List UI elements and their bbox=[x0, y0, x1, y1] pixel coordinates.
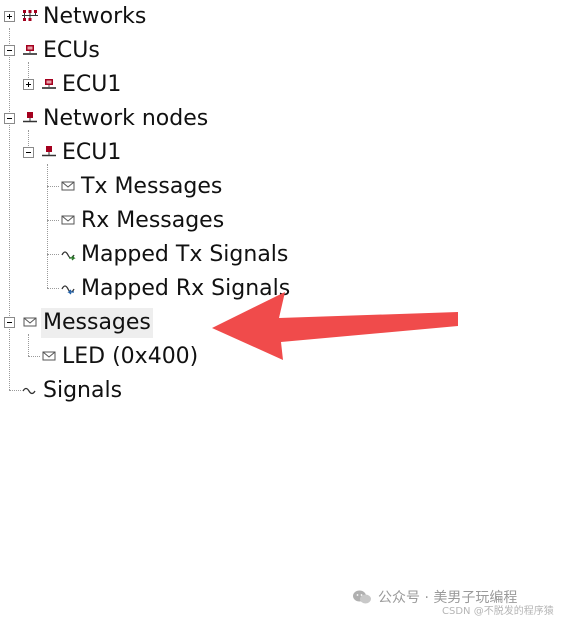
envelope-icon bbox=[60, 178, 76, 194]
envelope-icon bbox=[60, 212, 76, 228]
tree-item-tx-messages[interactable]: Tx Messages bbox=[0, 170, 240, 204]
csdn-watermark: CSDN @不脱发的程序猿 bbox=[442, 606, 554, 617]
envelope-icon bbox=[41, 348, 57, 364]
tree-item-label: LED (0x400) bbox=[62, 344, 199, 369]
tree-item-label: Networks bbox=[43, 4, 147, 29]
tree-item-label: ECUs bbox=[43, 38, 100, 63]
tree-item-rx-messages[interactable]: Rx Messages bbox=[0, 204, 240, 238]
tree-item-label: Signals bbox=[43, 378, 123, 403]
tree-item-label: ECU1 bbox=[62, 72, 122, 97]
tree-item-signals[interactable]: Signals bbox=[0, 374, 200, 408]
tree-item-label: Tx Messages bbox=[81, 174, 223, 199]
signal-wave-icon bbox=[22, 382, 38, 398]
collapse-button[interactable] bbox=[4, 113, 15, 124]
tree-item-label: Mapped Tx Signals bbox=[81, 242, 289, 267]
ecu-icon bbox=[41, 76, 57, 92]
tree-item-label: Network nodes bbox=[43, 106, 209, 131]
annotation-arrow bbox=[212, 292, 458, 360]
collapse-button[interactable] bbox=[4, 317, 15, 328]
tree-item-led-message[interactable]: LED (0x400) bbox=[0, 340, 220, 374]
tree-item-label: Rx Messages bbox=[81, 208, 225, 233]
collapse-button[interactable] bbox=[23, 147, 34, 158]
network-node-icon bbox=[41, 144, 57, 160]
mapped-rx-signal-icon bbox=[60, 280, 76, 296]
tree-item-messages[interactable]: Messages bbox=[0, 306, 200, 340]
mapped-tx-signal-icon bbox=[60, 246, 76, 262]
network-icon bbox=[22, 8, 38, 24]
tree-item-ecu1[interactable]: ECU1 bbox=[0, 68, 200, 102]
tree-item-mapped-tx-signals[interactable]: Mapped Tx Signals bbox=[0, 238, 310, 272]
collapse-button[interactable] bbox=[4, 45, 15, 56]
expand-button[interactable] bbox=[4, 11, 15, 22]
tree-item-label: Messages bbox=[41, 308, 153, 338]
envelope-icon bbox=[22, 314, 38, 330]
expand-button[interactable] bbox=[23, 79, 34, 90]
network-node-icon bbox=[22, 110, 38, 126]
tree-item-ecus[interactable]: ECUs bbox=[0, 34, 200, 68]
tree-item-network-nodes[interactable]: Network nodes bbox=[0, 102, 240, 136]
tree-item-label: ECU1 bbox=[62, 140, 122, 165]
tree-item-networks[interactable]: Networks bbox=[0, 0, 200, 34]
tree-item-ecu1-node[interactable]: ECU1 bbox=[0, 136, 200, 170]
ecu-icon bbox=[22, 42, 38, 58]
wechat-icon bbox=[353, 590, 371, 604]
